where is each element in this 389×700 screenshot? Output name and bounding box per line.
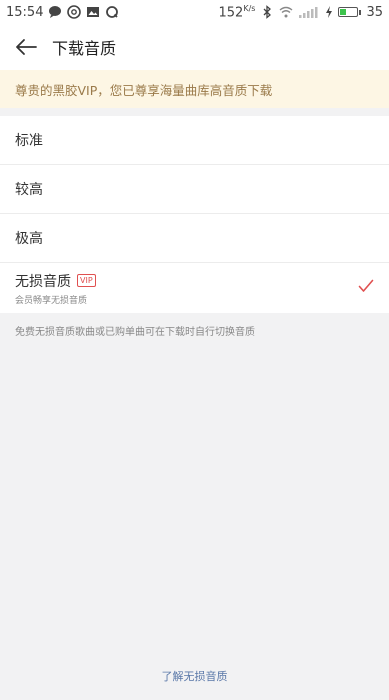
netease-music-icon: [67, 5, 82, 19]
quality-option-standard[interactable]: 标准: [0, 116, 389, 165]
network-speed: 152K/s: [219, 4, 256, 20]
wifi-icon: [279, 5, 293, 19]
q-app-icon: [105, 5, 119, 19]
app-header: 下载音质: [0, 24, 389, 70]
bluetooth-icon: [260, 5, 274, 19]
checkmark-icon: [358, 279, 374, 297]
arrow-left-icon: [16, 39, 37, 55]
quality-option-list: 标准 较高 极高 无损音质 VIP 会员畅享无损音质: [0, 116, 389, 313]
quality-option-label: 极高: [15, 231, 43, 247]
network-speed-unit: K/s: [243, 3, 256, 13]
learn-lossless-link[interactable]: 了解无损音质: [0, 668, 389, 684]
battery-icon: [338, 7, 362, 17]
quality-option-lossless[interactable]: 无损音质 VIP 会员畅享无损音质: [0, 263, 389, 313]
quality-option-label: 标准: [15, 133, 43, 149]
status-time: 15:54: [6, 4, 44, 20]
status-bar: 15:54 152K/s 35: [0, 0, 389, 24]
vip-notice-text: 尊贵的黑胶VIP，您已尊享海量曲库高音质下载: [15, 82, 273, 98]
quality-option-label: 较高: [15, 182, 43, 198]
lossless-footnote: 免费无损音质歌曲或已购单曲可在下载时自行切换音质: [15, 327, 255, 338]
vip-badge: VIP: [77, 274, 96, 287]
quality-option-extreme[interactable]: 极高: [0, 214, 389, 263]
image-notification-icon: [86, 5, 100, 19]
battery-level: 35: [366, 4, 383, 20]
page-title: 下载音质: [52, 39, 117, 58]
quality-option-higher[interactable]: 较高: [0, 165, 389, 214]
chat-bubble-icon: [48, 5, 62, 19]
signal-icon: [298, 5, 320, 19]
vip-notice-banner: 尊贵的黑胶VIP，您已尊享海量曲库高音质下载: [0, 70, 389, 108]
network-speed-value: 152: [218, 5, 244, 21]
quality-option-label: 无损音质: [15, 273, 71, 290]
back-button[interactable]: [0, 24, 52, 70]
charging-icon: [325, 5, 333, 19]
quality-option-subtitle: 会员畅享无损音质: [15, 295, 88, 306]
